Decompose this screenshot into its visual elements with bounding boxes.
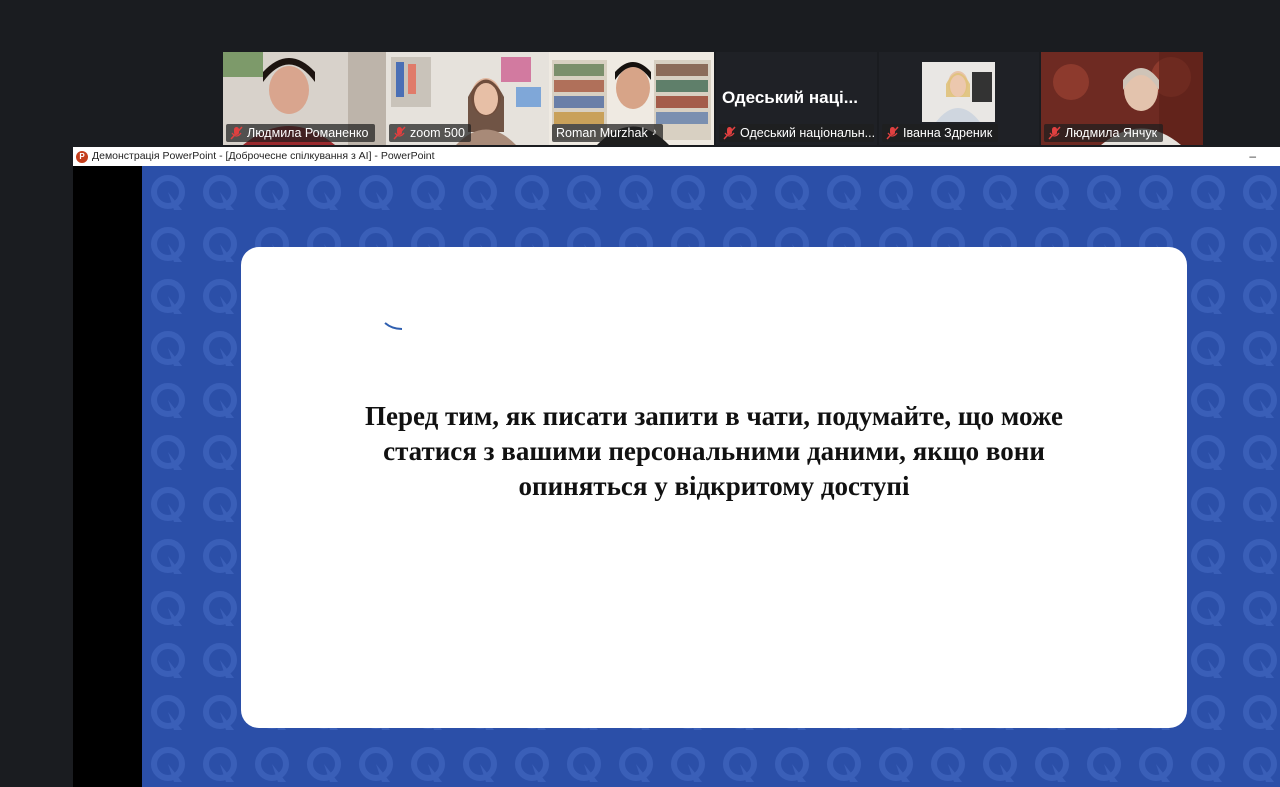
window-title: Демонстрація PowerPoint - [Доброчесне сп… bbox=[92, 150, 435, 162]
slide-main-text: Перед тим, як писати запити в чати, поду… bbox=[241, 399, 1187, 504]
participant-tile-3-active-speaker[interactable]: Roman Murzhak ♪ bbox=[549, 52, 714, 145]
mic-off-icon bbox=[393, 126, 406, 140]
mic-off-icon bbox=[723, 126, 736, 140]
participant-name-tag: Roman Murzhak ♪ bbox=[552, 124, 663, 142]
participant-tile-1[interactable]: Людмила Романенко bbox=[223, 52, 386, 145]
mic-off-icon bbox=[1048, 126, 1061, 140]
mic-off-icon bbox=[230, 126, 243, 140]
pen-stroke-mark bbox=[384, 322, 403, 330]
participant-name: Іванна Здреник bbox=[903, 126, 993, 140]
participant-name-tag: Одеський національн... bbox=[719, 124, 874, 142]
participant-tile-6[interactable]: Людмила Янчук bbox=[1041, 52, 1203, 145]
participant-name-tag: Людмила Романенко bbox=[226, 124, 375, 142]
mic-off-icon bbox=[886, 126, 899, 140]
audio-level-icon: ♪ bbox=[651, 127, 657, 138]
powerpoint-title-bar[interactable]: P Демонстрація PowerPoint - [Доброчесне … bbox=[73, 147, 1280, 166]
slide-text-line: опиняться у відкритому доступі bbox=[518, 471, 910, 501]
powerpoint-icon: P bbox=[76, 150, 88, 163]
participant-name: Roman Murzhak bbox=[556, 126, 648, 140]
participant-name: Людмила Янчук bbox=[1065, 126, 1158, 140]
participant-name: Людмила Романенко bbox=[247, 126, 369, 140]
participant-name-tag: Іванна Здреник bbox=[882, 124, 999, 142]
participant-display-name: Одеський наці... bbox=[722, 88, 858, 107]
slide-canvas[interactable]: Перед тим, як писати запити в чати, поду… bbox=[142, 166, 1280, 787]
minimize-button[interactable]: – bbox=[1249, 147, 1256, 166]
participant-name: Одеський національн... bbox=[740, 126, 874, 140]
participant-tile-4[interactable]: Одеський наці... Одеський національн... bbox=[716, 52, 877, 145]
participant-name: zoom 500 bbox=[410, 126, 465, 140]
slide-text-line: Перед тим, як писати запити в чати, поду… bbox=[364, 401, 1064, 431]
participant-name-tag: zoom 500 bbox=[389, 124, 471, 142]
participant-video-5 bbox=[922, 62, 995, 122]
participant-tile-2[interactable]: zoom 500 bbox=[386, 52, 549, 145]
slide-content-card: Перед тим, як писати запити в чати, поду… bbox=[241, 247, 1187, 728]
participant-tile-5[interactable]: Іванна Здреник bbox=[879, 52, 1039, 145]
slide-text-line: статися з вашими персональними даними, я… bbox=[383, 436, 1045, 466]
participant-name-tag: Людмила Янчук bbox=[1044, 124, 1164, 142]
presentation-letterbox bbox=[73, 166, 142, 787]
